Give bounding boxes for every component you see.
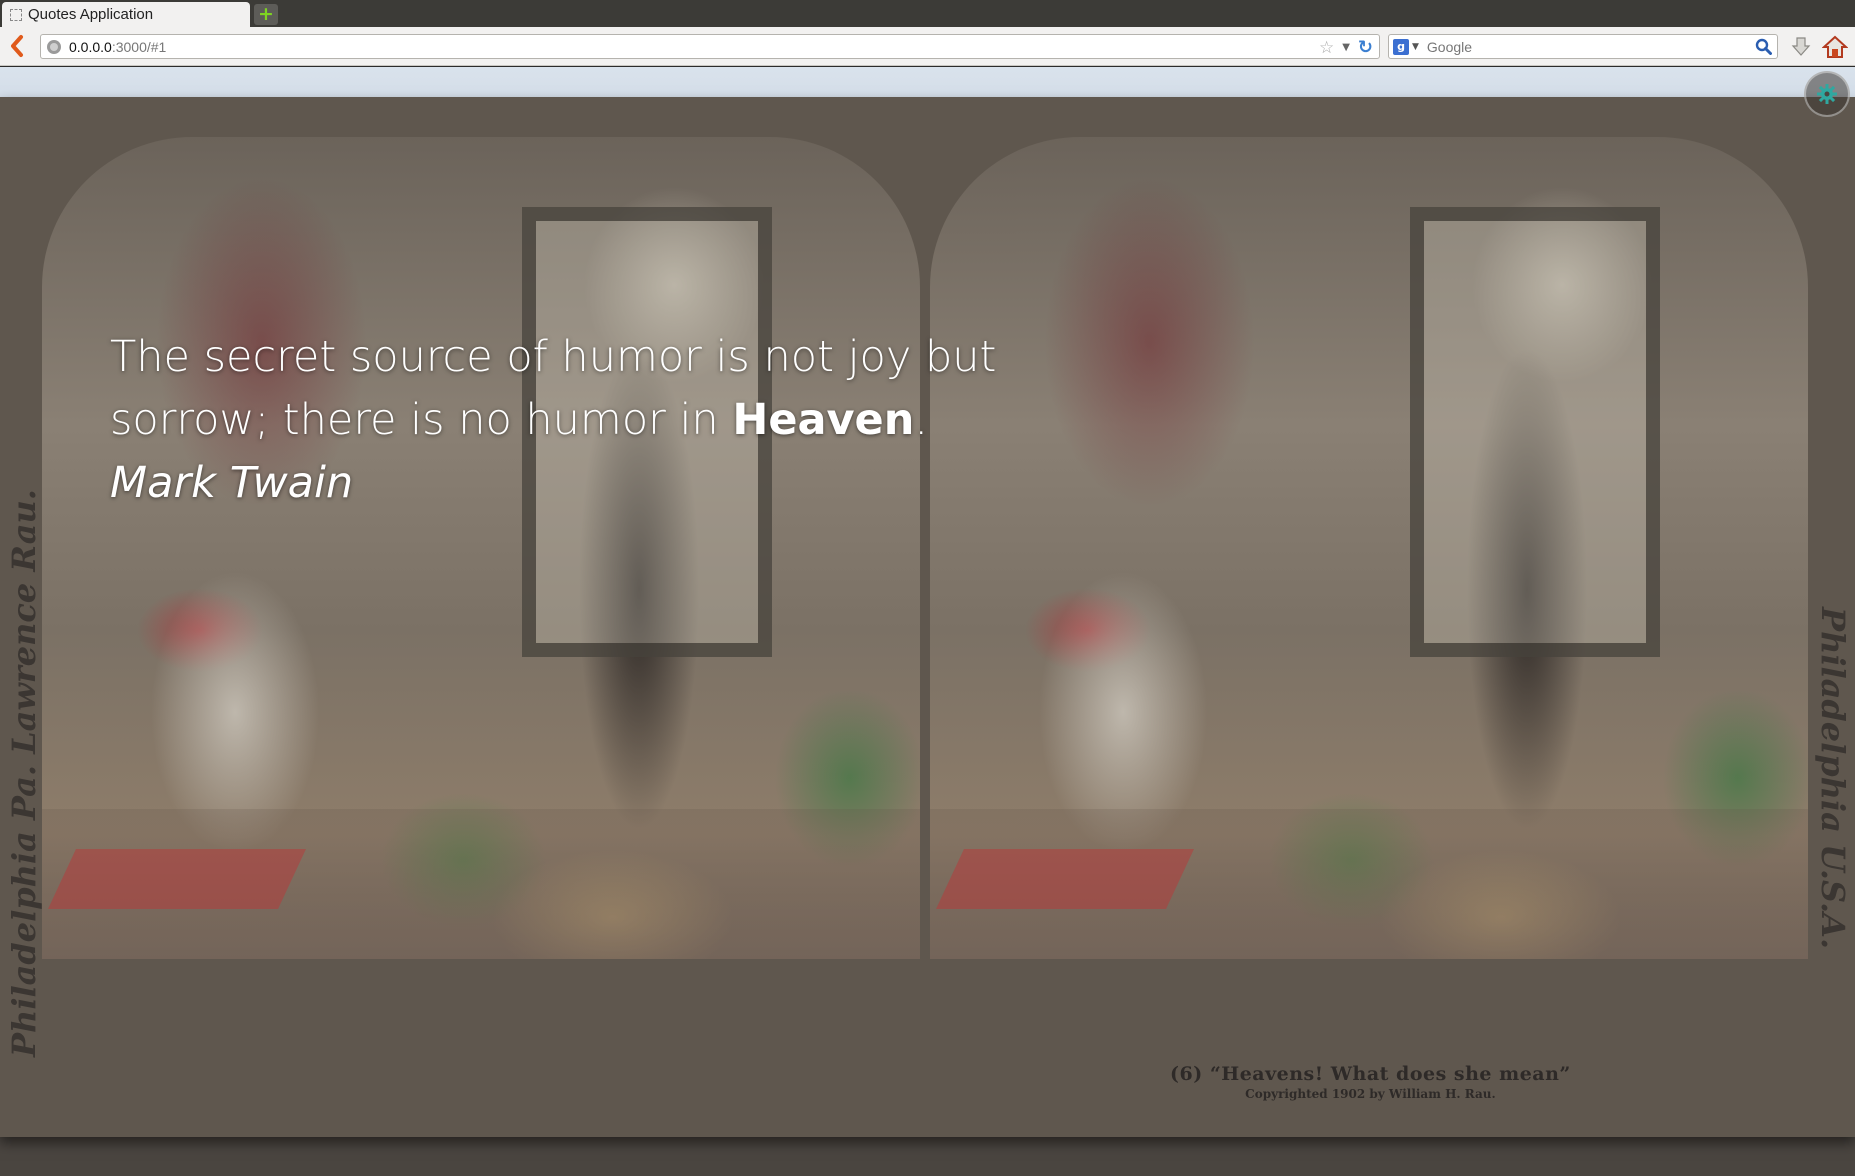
rug bbox=[936, 849, 1194, 909]
caption-copyright: Copyrighted 1902 by William H. Rau. bbox=[1245, 1087, 1496, 1101]
quote-text: The secret source of humor is not joy bu… bbox=[110, 326, 1030, 515]
quote-emphasis: Heaven bbox=[732, 395, 915, 445]
caption-title: (6) “Heavens! What does she mean” bbox=[1170, 1063, 1571, 1085]
stereograph-card-background: Philadelphia Pa. Lawrence Rau. Philadelp… bbox=[0, 97, 1855, 1137]
back-button[interactable] bbox=[8, 34, 30, 58]
card-side-label-left: Philadelphia Pa. Lawrence Rau. bbox=[5, 489, 43, 1057]
address-bar[interactable]: 0.0.0.0 :3000/#1 ☆ ▼ ↻ bbox=[40, 34, 1380, 59]
download-icon[interactable] bbox=[1790, 36, 1812, 58]
page-viewport: Philadelphia Pa. Lawrence Rau. Philadelp… bbox=[0, 67, 1855, 1176]
magnifier-icon[interactable] bbox=[1755, 38, 1772, 55]
search-bar[interactable]: g ▼ Google bbox=[1388, 34, 1778, 59]
search-placeholder: Google bbox=[1426, 38, 1473, 55]
history-dropdown-icon[interactable]: ▼ bbox=[1342, 42, 1350, 53]
reload-icon[interactable]: ↻ bbox=[1358, 37, 1373, 58]
stereo-photo-right bbox=[930, 137, 1808, 959]
url-path: :3000/#1 bbox=[111, 38, 167, 55]
stereograph-caption: (6) “Heavens! What does she mean” Copyri… bbox=[1170, 1063, 1571, 1101]
gear-icon bbox=[1817, 84, 1837, 104]
search-engine-dropdown-icon[interactable]: ▼ bbox=[1412, 42, 1419, 52]
home-icon[interactable] bbox=[1822, 35, 1848, 59]
page-favicon-icon bbox=[10, 8, 22, 21]
rug bbox=[48, 849, 306, 909]
address-bar-actions: ☆ ▼ ↻ bbox=[1319, 37, 1373, 58]
quote-punctuation: . bbox=[914, 395, 929, 445]
back-arrow-icon bbox=[11, 35, 23, 57]
settings-button[interactable] bbox=[1804, 71, 1850, 117]
card-side-label-right: Philadelphia U.S.A. bbox=[1814, 607, 1852, 950]
tab-title: Quotes Application bbox=[28, 6, 154, 23]
url-host: 0.0.0.0 bbox=[69, 38, 112, 55]
site-identity-icon[interactable] bbox=[47, 39, 61, 54]
navigation-toolbar: 0.0.0.0 :3000/#1 ☆ ▼ ↻ g ▼ Google bbox=[0, 27, 1855, 66]
quote-author: Mark Twain bbox=[110, 458, 354, 508]
tab-bar: Quotes Application + bbox=[0, 0, 1855, 27]
wall-frame bbox=[1410, 207, 1660, 657]
new-tab-button[interactable]: + bbox=[254, 4, 278, 25]
search-engine-icon[interactable]: g bbox=[1393, 38, 1409, 55]
plus-icon: + bbox=[258, 3, 274, 25]
tab-quotes-application[interactable]: Quotes Application bbox=[2, 2, 250, 27]
bookmark-star-icon[interactable]: ☆ bbox=[1319, 38, 1334, 58]
stereo-photo-left bbox=[42, 137, 920, 959]
